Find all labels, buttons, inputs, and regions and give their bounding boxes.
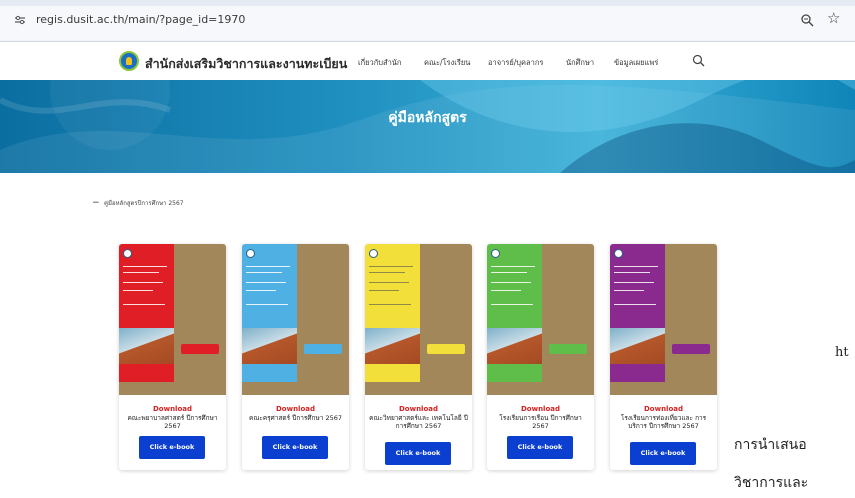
book-cover[interactable] (242, 244, 349, 395)
card-home-economics: Download โรงเรียนการเรือน ปีการศึกษา 256… (487, 244, 594, 470)
nav-item-faculties[interactable]: คณะ/โรงเรียน (424, 57, 470, 69)
book-cover[interactable] (610, 244, 717, 395)
faculty-name: คณะพยาบาลศาสตร์ ปีการศึกษา 2567 (127, 414, 218, 430)
card-education: Download คณะครุศาสตร์ ปีการศึกษา 2567 Cl… (242, 244, 349, 470)
book-cover[interactable] (365, 244, 472, 395)
url-text[interactable]: regis.dusit.ac.th/main/?page_id=1970 (36, 13, 245, 26)
faculty-name: คณะครุศาสตร์ ปีการศึกษา 2567 (248, 414, 343, 422)
search-icon[interactable] (692, 54, 705, 67)
nav-item-about[interactable]: เกี่ยวกับสำนัก (358, 57, 401, 69)
page-title: คู่มือหลักสูตร (388, 110, 467, 126)
faculty-name: โรงเรียนการท่องเที่ยวและ การบริการ ปีการ… (620, 414, 707, 430)
nav-item-publications[interactable]: ข้อมูลเผยแพร่ (614, 57, 658, 69)
card-tourism: Download โรงเรียนการท่องเที่ยวและ การบริ… (610, 244, 717, 470)
book-cover[interactable] (487, 244, 594, 395)
browser-chrome: regis.dusit.ac.th/main/?page_id=1970 ☆ (0, 0, 855, 42)
section-toggle[interactable]: − (92, 198, 100, 208)
nav-item-students[interactable]: นักศึกษา (566, 57, 594, 69)
overlay-text: ht (835, 345, 849, 360)
site-logo[interactable] (119, 51, 139, 71)
click-ebook-button[interactable]: Click e-book (262, 436, 328, 459)
click-ebook-button[interactable]: Click e-book (630, 442, 696, 465)
download-label: Download (520, 405, 560, 413)
download-label: Download (275, 405, 315, 413)
download-label: Download (152, 405, 192, 413)
overlay-text: การนำเสนอ (734, 437, 807, 453)
section-label[interactable]: คู่มือหลักสูตรปีการศึกษา 2567 (104, 198, 184, 208)
overlay-text: วิชาการและ (734, 475, 809, 491)
nav-item-staff[interactable]: อาจารย์/บุคลากร (488, 57, 543, 69)
click-ebook-button[interactable]: Click e-book (139, 436, 205, 459)
download-label: Download (643, 405, 683, 413)
card-science: Download คณะวิทยาศาสตร์และ เทคโนโลยี ปีก… (365, 244, 472, 470)
zoom-icon[interactable] (800, 13, 814, 27)
faculty-name: คณะวิทยาศาสตร์และ เทคโนโลยี ปีการศึกษา 2… (369, 414, 468, 430)
card-nursing: Download คณะพยาบาลศาสตร์ ปีการศึกษา 2567… (119, 244, 226, 470)
bookmark-star-icon[interactable]: ☆ (827, 11, 840, 26)
faculty-name: โรงเรียนการเรือน ปีการศึกษา 2567 (499, 414, 582, 430)
book-cover[interactable] (119, 244, 226, 395)
click-ebook-button[interactable]: Click e-book (507, 436, 573, 459)
site-settings-icon[interactable] (14, 15, 26, 25)
site-title[interactable]: สำนักส่งเสริมวิชาการและงานทะเบียน (145, 54, 347, 74)
download-label: Download (398, 405, 438, 413)
click-ebook-button[interactable]: Click e-book (385, 442, 451, 465)
